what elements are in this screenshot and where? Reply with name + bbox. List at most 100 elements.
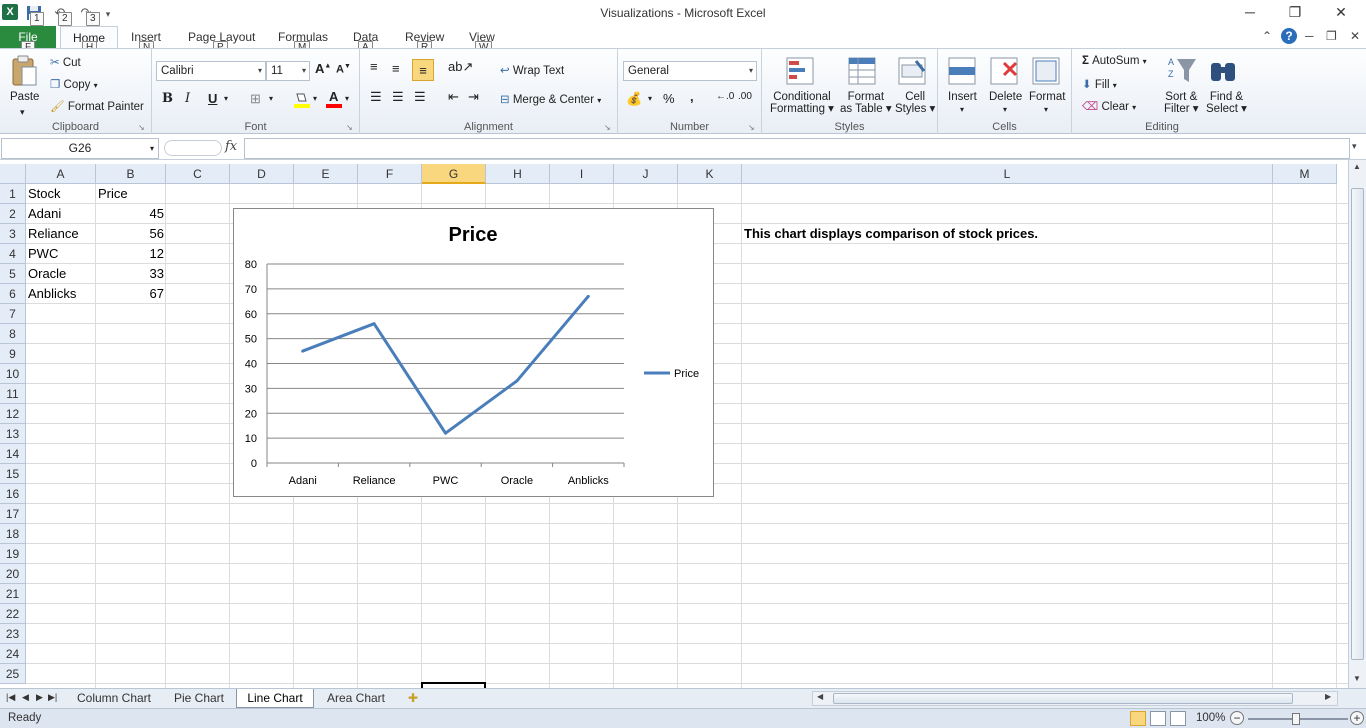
insert-chevron-icon[interactable]: ▾ bbox=[960, 105, 964, 114]
horizontal-scroll-thumb[interactable] bbox=[833, 693, 1293, 704]
row-header-24[interactable]: 24 bbox=[0, 644, 26, 664]
row-header-19[interactable]: 19 bbox=[0, 544, 26, 564]
sort-filter-icon[interactable]: AZ bbox=[1168, 55, 1198, 85]
formula-expand-handle[interactable] bbox=[164, 140, 222, 156]
name-box[interactable]: G26 ▾ bbox=[1, 138, 159, 159]
row-header-25[interactable]: 25 bbox=[0, 664, 26, 684]
row-header-21[interactable]: 21 bbox=[0, 584, 26, 604]
format-chevron-icon[interactable]: ▾ bbox=[1044, 105, 1048, 114]
paste-icon[interactable] bbox=[10, 55, 38, 87]
underline-chevron-icon[interactable]: ▾ bbox=[224, 94, 228, 103]
row-header-18[interactable]: 18 bbox=[0, 524, 26, 544]
column-header-h[interactable]: H bbox=[486, 164, 550, 184]
page-break-view-icon[interactable] bbox=[1170, 711, 1186, 726]
vertical-scroll-thumb[interactable] bbox=[1351, 188, 1364, 660]
comma-button[interactable]: , bbox=[690, 89, 694, 104]
insert-sheet-icon[interactable]: ✚ bbox=[400, 689, 426, 708]
row-header-4[interactable]: 4 bbox=[0, 244, 26, 264]
insert-cells-icon[interactable] bbox=[948, 57, 978, 87]
borders-icon[interactable]: ⊞ bbox=[250, 91, 261, 107]
dialog-launcher-icon[interactable]: ↘ bbox=[138, 123, 145, 132]
currency-icon[interactable]: 💰 bbox=[626, 91, 642, 107]
currency-chevron-icon[interactable]: ▾ bbox=[648, 94, 652, 103]
align-center-icon[interactable]: ☰ bbox=[392, 89, 404, 105]
workbook-minimize-icon[interactable]: ─ bbox=[1305, 29, 1314, 43]
copy-button[interactable]: ❐ Copy ▾ bbox=[50, 77, 98, 91]
cell-styles-icon[interactable] bbox=[898, 57, 928, 87]
bold-button[interactable]: B bbox=[162, 91, 173, 106]
align-bottom-icon[interactable]: ≡ bbox=[412, 59, 434, 81]
align-right-icon[interactable]: ☰ bbox=[414, 89, 426, 105]
shrink-font-button[interactable]: A▼ bbox=[336, 63, 351, 76]
row-header-8[interactable]: 8 bbox=[0, 324, 26, 344]
row-header-7[interactable]: 7 bbox=[0, 304, 26, 324]
grow-font-button[interactable]: A▲ bbox=[315, 61, 331, 76]
format-as-table-icon[interactable] bbox=[848, 57, 878, 87]
row-header-20[interactable]: 20 bbox=[0, 564, 26, 584]
formula-input[interactable] bbox=[244, 138, 1350, 159]
scroll-right-icon[interactable]: ▶ bbox=[1325, 692, 1331, 701]
conditional-formatting-button[interactable]: Conditional Formatting ▾ bbox=[770, 91, 834, 115]
cell-stock-name[interactable]: Adani bbox=[26, 204, 96, 224]
delete-cells-button[interactable]: Delete bbox=[989, 91, 1022, 103]
decrease-indent-icon[interactable]: ⇤ bbox=[448, 89, 459, 105]
alignment-dialog-launcher-icon[interactable]: ↘ bbox=[604, 123, 611, 132]
fill-color-chevron-icon[interactable]: ▾ bbox=[313, 94, 317, 103]
orientation-icon[interactable]: ab↗ bbox=[448, 59, 473, 75]
cell-b1-header-price[interactable]: Price bbox=[96, 184, 166, 204]
cell-stock-name[interactable]: Anblicks bbox=[26, 284, 96, 304]
cell-stock-name[interactable]: Oracle bbox=[26, 264, 96, 284]
scroll-up-icon[interactable]: ▲ bbox=[1353, 162, 1361, 171]
cell-styles-button[interactable]: Cell Styles ▾ bbox=[895, 91, 935, 115]
delete-chevron-icon[interactable]: ▾ bbox=[1003, 105, 1007, 114]
binoculars-icon[interactable] bbox=[1208, 55, 1238, 85]
row-header-5[interactable]: 5 bbox=[0, 264, 26, 284]
scroll-down-icon[interactable]: ▼ bbox=[1353, 674, 1361, 683]
align-left-icon[interactable]: ☰ bbox=[370, 89, 382, 105]
sheet-tab-area-chart[interactable]: Area Chart bbox=[318, 689, 394, 708]
vertical-scrollbar[interactable]: ▲ ▼ bbox=[1348, 160, 1366, 688]
percent-button[interactable]: % bbox=[663, 91, 675, 106]
zoom-level[interactable]: 100% bbox=[1196, 712, 1225, 724]
row-header-14[interactable]: 14 bbox=[0, 444, 26, 464]
row-header-15[interactable]: 15 bbox=[0, 464, 26, 484]
italic-button[interactable]: I bbox=[185, 91, 190, 106]
column-header-m[interactable]: M bbox=[1273, 164, 1337, 184]
merge-center-button[interactable]: ⊟ Merge & Center ▾ bbox=[500, 92, 601, 106]
fill-button[interactable]: ⬇ Fill ▾ bbox=[1082, 77, 1117, 91]
line-chart[interactable]: Price 0 10 20 30 40 50 60 70 80 Adani Reliance PWC Or… bbox=[233, 208, 714, 497]
column-header-e[interactable]: E bbox=[294, 164, 358, 184]
minimize-button[interactable]: ─ bbox=[1238, 4, 1262, 20]
row-header-3[interactable]: 3 bbox=[0, 224, 26, 244]
column-header-j[interactable]: J bbox=[614, 164, 678, 184]
underline-button[interactable]: U bbox=[208, 91, 217, 106]
column-header-i[interactable]: I bbox=[550, 164, 614, 184]
zoom-out-icon[interactable]: − bbox=[1230, 711, 1244, 725]
row-header-23[interactable]: 23 bbox=[0, 624, 26, 644]
next-sheet-icon[interactable]: ▶ bbox=[36, 692, 43, 703]
select-all-corner[interactable] bbox=[0, 164, 26, 184]
row-header-9[interactable]: 9 bbox=[0, 344, 26, 364]
fill-color-icon[interactable] bbox=[294, 91, 310, 109]
increase-indent-icon[interactable]: ⇥ bbox=[468, 89, 479, 105]
cell-price-value[interactable]: 56 bbox=[96, 224, 166, 244]
expand-formula-bar-icon[interactable]: ▾ bbox=[1352, 141, 1357, 152]
format-as-table-button[interactable]: Format as Table ▾ bbox=[840, 91, 892, 115]
sort-filter-button[interactable]: Sort & Filter ▾ bbox=[1164, 91, 1199, 115]
decrease-decimal-icon[interactable]: .00 bbox=[738, 91, 752, 102]
autosum-button[interactable]: Σ AutoSum ▾ bbox=[1082, 55, 1147, 67]
column-header-a[interactable]: A bbox=[26, 164, 96, 184]
column-header-d[interactable]: D bbox=[230, 164, 294, 184]
cell-a1-header-stock[interactable]: Stock bbox=[26, 184, 96, 204]
workbook-close-icon[interactable]: ✕ bbox=[1350, 29, 1360, 43]
last-sheet-icon[interactable]: ▶| bbox=[48, 692, 57, 703]
font-size-select[interactable]: 11 ▾ bbox=[266, 61, 310, 81]
scroll-left-icon[interactable]: ◀ bbox=[817, 692, 823, 701]
borders-chevron-icon[interactable]: ▾ bbox=[269, 94, 273, 103]
row-header-12[interactable]: 12 bbox=[0, 404, 26, 424]
font-dialog-launcher-icon[interactable]: ↘ bbox=[346, 123, 353, 132]
row-header-22[interactable]: 22 bbox=[0, 604, 26, 624]
increase-decimal-icon[interactable]: ←.0 bbox=[716, 91, 734, 102]
font-color-chevron-icon[interactable]: ▾ bbox=[345, 94, 349, 103]
format-cells-button[interactable]: Format bbox=[1029, 91, 1065, 103]
